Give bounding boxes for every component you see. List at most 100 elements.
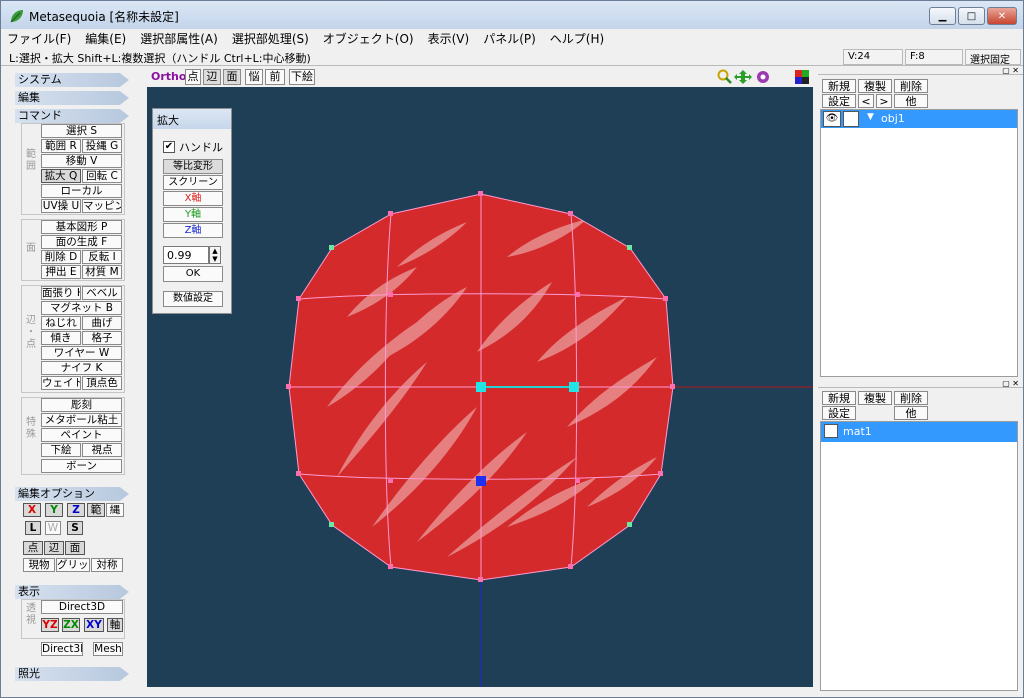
rotate-view-icon[interactable] — [757, 71, 769, 83]
mesh-canvas[interactable] — [147, 87, 813, 687]
menu-help[interactable]: ヘルプ(H) — [550, 30, 604, 47]
underlay-button[interactable]: 下絵 — [41, 443, 81, 457]
view-xy-button[interactable]: XY — [84, 618, 104, 632]
section-lighting[interactable]: 照光 — [15, 667, 129, 681]
expand-arrow-icon[interactable]: ▼ — [867, 112, 874, 122]
knife-button[interactable]: ナイフ K — [41, 361, 122, 375]
scale-handle-center[interactable] — [476, 382, 486, 392]
close-button[interactable]: ✕ — [987, 7, 1017, 25]
menu-file[interactable]: ファイル(F) — [7, 30, 71, 47]
material-new-button[interactable]: 新規 — [822, 391, 856, 405]
view-transparent-button[interactable]: 悩 — [245, 69, 263, 85]
uv-button[interactable]: UV操 U — [41, 199, 81, 213]
grid-toggle[interactable]: グリッド — [56, 558, 90, 572]
scale-handle-z[interactable] — [476, 476, 486, 486]
object-copy-button[interactable]: 複製 — [858, 79, 892, 93]
twist-button[interactable]: ねじれ — [41, 316, 81, 330]
face-toggle[interactable]: 面 — [65, 541, 85, 555]
scale-value-spinner[interactable]: ▲ ▼ — [209, 246, 221, 264]
section-command[interactable]: コマンド — [15, 109, 129, 123]
bend-button[interactable]: 曲げ — [82, 316, 122, 330]
extrude-button[interactable]: 押出 E — [41, 265, 81, 279]
section-edit-option[interactable]: 編集オプション — [15, 487, 129, 501]
3d-viewport[interactable] — [147, 87, 813, 687]
maximize-button[interactable]: □ — [958, 7, 985, 25]
section-edit[interactable]: 編集 — [15, 91, 129, 105]
direct3d-view-button[interactable]: Direct3D — [41, 642, 83, 656]
view-front-button[interactable]: 前 — [265, 69, 285, 85]
ortho-label[interactable]: Ortho — [151, 70, 186, 83]
material-copy-button[interactable]: 複製 — [858, 391, 892, 405]
lattice-button[interactable]: 格子 — [82, 331, 122, 345]
point-toggle[interactable]: 点 — [23, 541, 43, 555]
lock-toggle[interactable] — [843, 111, 859, 127]
rotate-button[interactable]: 回転 C — [82, 169, 122, 183]
basic-shape-button[interactable]: 基本図形 P — [41, 220, 122, 234]
paint-button[interactable]: ペイント — [41, 428, 122, 442]
ok-button[interactable]: OK — [163, 266, 223, 282]
handle-checkbox-row[interactable]: ✔ ハンドル — [163, 139, 223, 155]
axis-y-toggle[interactable]: Y — [45, 503, 63, 517]
viewpoint-button[interactable]: 視点 — [82, 443, 122, 457]
screen-button[interactable]: スクリーン — [163, 175, 223, 190]
object-other-button[interactable]: 他 — [894, 94, 928, 108]
scale-button[interactable]: 拡大 Q — [41, 169, 81, 183]
lasso-option-toggle[interactable]: 縄 — [106, 503, 124, 517]
mesh-view-button[interactable]: Mesh — [93, 642, 123, 656]
z-axis-button[interactable]: Z軸 — [163, 223, 223, 238]
minimize-button[interactable]: ▁ — [929, 7, 956, 25]
magnet-button[interactable]: マグネット B — [41, 301, 122, 315]
scale-handle-x[interactable] — [569, 382, 579, 392]
view-layout-icon[interactable] — [795, 70, 809, 84]
option-s-toggle[interactable]: S — [67, 521, 83, 535]
view-zx-button[interactable]: ZX — [62, 618, 80, 632]
object-row-obj1[interactable]: 👁 ▼ obj1 — [821, 110, 1017, 128]
metaball-button[interactable]: メタボール粘土 — [41, 413, 122, 427]
lasso-button[interactable]: 投縄 G — [82, 139, 122, 153]
range-option-toggle[interactable]: 範 — [87, 503, 105, 517]
option-l-toggle[interactable]: L — [25, 521, 41, 535]
uniform-scale-button[interactable]: 等比変形 — [163, 159, 223, 174]
direct3d-button[interactable]: Direct3D — [41, 600, 123, 614]
current-object-toggle[interactable]: 現物 — [23, 558, 55, 572]
scale-dialog-title[interactable]: 拡大 — [153, 109, 231, 129]
view-face-button[interactable]: 面 — [223, 69, 241, 85]
weight-button[interactable]: ウェイト — [41, 376, 81, 390]
object-prev-button[interactable]: < — [858, 94, 874, 108]
object-next-button[interactable]: > — [876, 94, 892, 108]
symmetry-toggle[interactable]: 対称 — [91, 558, 123, 572]
selection-lock-button[interactable]: 選択固定 — [965, 49, 1021, 66]
local-button[interactable]: ローカル — [41, 184, 122, 198]
numeric-settings-button[interactable]: 数値設定 — [163, 291, 223, 307]
material-delete-button[interactable]: 削除 — [894, 391, 928, 405]
view-axis-button[interactable]: 軸 — [107, 618, 123, 632]
option-w-toggle[interactable]: W — [45, 521, 61, 535]
view-point-button[interactable]: 点 — [185, 69, 201, 85]
flip-button[interactable]: 反転 I — [82, 250, 122, 264]
wire-button[interactable]: ワイヤー W — [41, 346, 122, 360]
pan-icon[interactable] — [734, 70, 752, 84]
handle-checkbox[interactable]: ✔ — [163, 141, 175, 153]
menu-view[interactable]: 表示(V) — [428, 30, 470, 47]
bevel-button[interactable]: ベベル — [82, 286, 122, 300]
view-edge-button[interactable]: 辺 — [203, 69, 221, 85]
material-row-mat1[interactable]: mat1 — [821, 422, 1017, 442]
menu-edit[interactable]: 編集(E) — [85, 30, 126, 47]
x-axis-button[interactable]: X軸 — [163, 191, 223, 206]
view-underlay-button[interactable]: 下絵 — [289, 69, 315, 85]
menu-object[interactable]: オブジェクト(O) — [323, 30, 414, 47]
material-settings-button[interactable]: 設定 — [822, 406, 856, 420]
sculpt-button[interactable]: 彫刻 — [41, 398, 122, 412]
axis-z-toggle[interactable]: Z — [67, 503, 85, 517]
mapping-button[interactable]: マッピング — [82, 199, 122, 213]
object-delete-button[interactable]: 削除 — [894, 79, 928, 93]
scale-value-input[interactable]: 0.99 — [163, 246, 209, 264]
vertex-color-button[interactable]: 頂点色 — [82, 376, 122, 390]
menu-selection-proc[interactable]: 選択部処理(S) — [232, 30, 309, 47]
range-button[interactable]: 範囲 R — [41, 139, 81, 153]
section-display[interactable]: 表示 — [15, 585, 129, 599]
axis-x-toggle[interactable]: X — [23, 503, 41, 517]
visibility-eye-icon[interactable]: 👁 — [823, 111, 841, 127]
menu-panel[interactable]: パネル(P) — [483, 30, 536, 47]
face-stretch-button[interactable]: 面張り H — [41, 286, 81, 300]
